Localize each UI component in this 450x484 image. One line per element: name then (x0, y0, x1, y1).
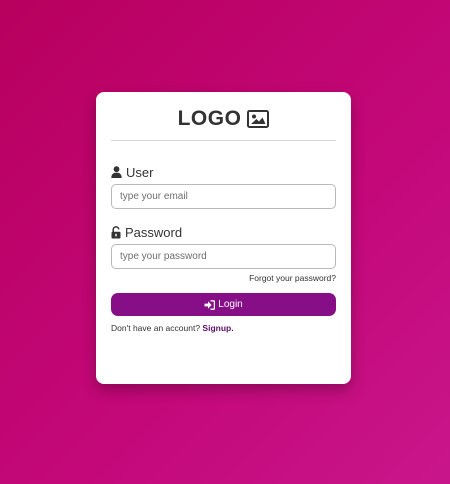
user-label-text: User (126, 164, 154, 180)
login-card: LOGO User Password (96, 92, 351, 384)
sign-in-icon (204, 299, 216, 310)
email-input[interactable] (111, 184, 336, 209)
forgot-password-link[interactable]: Forgot your password? (111, 272, 336, 284)
signup-row: Don't have an account? Signup. (111, 323, 336, 333)
password-input[interactable] (111, 244, 336, 269)
image-icon (247, 110, 270, 128)
user-icon (111, 166, 122, 178)
logo-divider (111, 140, 336, 141)
signup-prompt: Don't have an account? (111, 323, 201, 333)
password-label-text: Password (125, 224, 183, 240)
unlock-icon (111, 225, 121, 239)
login-button[interactable]: Login (111, 293, 336, 316)
password-label: Password (111, 224, 336, 240)
user-label: User (111, 164, 336, 180)
login-button-label: Login (218, 299, 243, 310)
logo: LOGO (111, 92, 336, 140)
logo-text: LOGO (177, 107, 242, 130)
signup-link[interactable]: Signup. (202, 323, 233, 333)
